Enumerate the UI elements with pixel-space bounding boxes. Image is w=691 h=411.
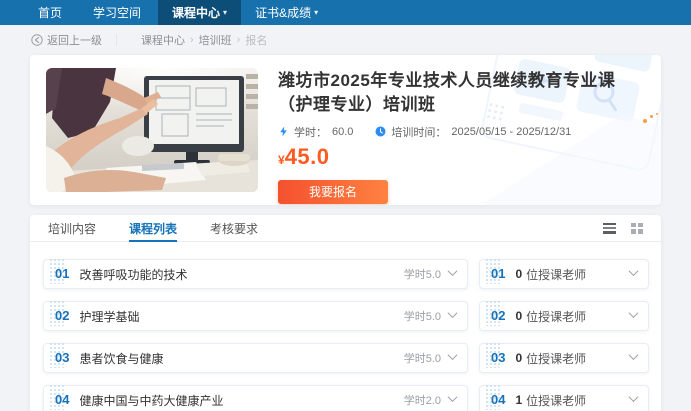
time-value: 2025/05/15 - 2025/12/31 <box>451 125 572 138</box>
breadcrumb-trail: 课程中心 › 培训班 › 报名 <box>131 32 267 48</box>
course-row[interactable]: 04 健康中国与中药大健康产业 学时2.0 <box>43 384 468 411</box>
teacher-count: 1 <box>515 393 523 407</box>
breadcrumb-item-label: 课程中心 <box>141 34 185 47</box>
breadcrumb-separator: › <box>236 33 241 46</box>
view-toggle <box>603 222 643 234</box>
course-number: 03 <box>49 342 69 368</box>
breadcrumb-pipe: ｜ <box>111 34 122 47</box>
teacher-row-number: 03 <box>485 342 505 368</box>
chevron-down-icon[interactable] <box>628 350 639 361</box>
back-label: 返回上一级 <box>47 34 102 47</box>
tab-bar: 培训内容 课程列表 考核要求 <box>30 215 661 242</box>
currency-symbol: ¥ <box>278 152 285 167</box>
nav-item-label: 首页 <box>38 6 63 20</box>
enroll-button[interactable]: 我要报名 <box>278 179 388 204</box>
teacher-row-number: 01 <box>485 258 505 284</box>
course-price: ¥45.0 <box>278 143 645 172</box>
breadcrumb-item-label: 培训班 <box>198 34 232 47</box>
chevron-down-icon: ▾ <box>314 8 319 17</box>
breadcrumb-item[interactable]: 课程中心 <box>131 32 185 48</box>
course-meta: 学时： 60.0 培训时间： 2025/05/15 - 2025/12/31 <box>278 124 645 140</box>
page: 首页 学习空间 课程中心 ▾ 证书&成绩 ▾ 返回上一级 ｜ 课程中心 › 培训… <box>0 0 691 411</box>
course-info: 潍坊市2025年专业技术人员继续教育专业课（护理专业）培训班 学时： 60.0 培… <box>278 68 645 204</box>
back-arrow-circle-icon <box>31 33 43 46</box>
time-label: 培训时间： <box>391 126 447 139</box>
course-thumbnail-image <box>46 68 258 192</box>
list-view-icon[interactable] <box>603 222 616 234</box>
course-number: 04 <box>49 384 69 410</box>
chevron-down-icon[interactable] <box>447 392 458 403</box>
tab[interactable]: 课程列表 <box>129 215 178 242</box>
teacher-count: 0 <box>515 267 523 281</box>
course-number: 02 <box>49 300 69 326</box>
teacher-row[interactable]: 02 0 位授课老师 <box>479 300 649 331</box>
teacher-row-number: 04 <box>485 384 505 410</box>
lightning-icon <box>280 126 287 137</box>
time-meta: 培训时间： 2025/05/15 - 2025/12/31 <box>375 124 571 140</box>
teacher-count: 0 <box>515 351 523 365</box>
course-hours: 学时5.0 <box>403 269 441 281</box>
clock-icon <box>375 126 386 137</box>
chevron-down-icon[interactable] <box>628 266 639 277</box>
breadcrumb-item-label: 报名 <box>245 34 268 47</box>
hours-label: 学时： <box>294 126 327 139</box>
tab[interactable]: 培训内容 <box>48 215 96 241</box>
teacher-label: 位授课老师 <box>526 393 587 408</box>
nav-item[interactable]: 学习空间 <box>79 0 158 25</box>
course-hours: 学时5.0 <box>403 311 441 323</box>
grid-view-icon[interactable] <box>631 222 643 234</box>
chevron-down-icon[interactable] <box>447 308 458 319</box>
course-number: 01 <box>49 258 69 284</box>
nav-item-label: 证书&成绩 <box>255 6 312 20</box>
back-link[interactable]: 返回上一级 <box>31 32 102 48</box>
teacher-row[interactable]: 01 0 位授课老师 <box>479 258 649 289</box>
breadcrumb: 返回上一级 ｜ 课程中心 › 培训班 › 报名 <box>0 25 691 54</box>
course-row[interactable]: 03 患者饮食与健康 学时5.0 <box>43 342 468 373</box>
hours-meta: 学时： 60.0 <box>278 124 353 140</box>
teacher-list-column: 01 0 位授课老师 02 0 位授课老师 03 0 位授课老师 04 1 位授… <box>479 258 649 411</box>
top-navbar: 首页 学习空间 课程中心 ▾ 证书&成绩 ▾ <box>0 0 691 25</box>
tabs-container: 培训内容 课程列表 考核要求 <box>48 215 291 242</box>
course-hero-card: 潍坊市2025年专业技术人员继续教育专业课（护理专业）培训班 学时： 60.0 培… <box>30 55 661 205</box>
nav-item-label: 课程中心 <box>172 6 221 20</box>
hours-value: 60.0 <box>332 125 354 138</box>
tab-label: 考核要求 <box>210 221 259 236</box>
course-row-title: 健康中国与中药大健康产业 <box>79 393 224 408</box>
tab[interactable]: 考核要求 <box>210 215 258 241</box>
teacher-row-number: 02 <box>485 300 505 326</box>
teacher-label: 位授课老师 <box>526 309 587 324</box>
course-row[interactable]: 02 护理学基础 学时5.0 <box>43 300 468 331</box>
teacher-row[interactable]: 03 0 位授课老师 <box>479 342 649 373</box>
chevron-down-icon[interactable] <box>447 350 458 361</box>
chevron-down-icon: ▾ <box>223 8 228 17</box>
tab-label: 课程列表 <box>129 221 178 236</box>
course-title: 潍坊市2025年专业技术人员继续教育专业课（护理专业）培训班 <box>278 71 616 114</box>
teacher-count: 0 <box>515 309 523 323</box>
course-row-title: 患者饮食与健康 <box>79 351 164 366</box>
breadcrumb-item[interactable]: › 报名 <box>232 32 268 48</box>
course-detail-panel: 培训内容 课程列表 考核要求 01 改善呼吸功能的技术 学时5.0 02 护理学… <box>30 215 661 411</box>
teacher-label: 位授课老师 <box>526 351 587 366</box>
course-row[interactable]: 01 改善呼吸功能的技术 学时5.0 <box>43 258 468 289</box>
teacher-row[interactable]: 04 1 位授课老师 <box>479 384 649 411</box>
course-row-title: 护理学基础 <box>79 309 140 324</box>
course-row-title: 改善呼吸功能的技术 <box>79 267 188 282</box>
course-lists: 01 改善呼吸功能的技术 学时5.0 02 护理学基础 学时5.0 03 患者饮… <box>30 242 661 411</box>
breadcrumb-item[interactable]: › 培训班 <box>185 32 232 48</box>
teacher-label: 位授课老师 <box>526 267 587 282</box>
course-list-column: 01 改善呼吸功能的技术 学时5.0 02 护理学基础 学时5.0 03 患者饮… <box>43 258 468 411</box>
chevron-down-icon[interactable] <box>447 266 458 277</box>
breadcrumb-separator: › <box>190 33 194 46</box>
chevron-down-icon[interactable] <box>628 308 639 319</box>
nav-item-label: 学习空间 <box>93 6 142 20</box>
nav-item[interactable]: 证书&成绩 ▾ <box>241 0 332 25</box>
tab-label: 培训内容 <box>48 221 97 236</box>
course-hours: 学时2.0 <box>403 395 441 407</box>
price-value: 45.0 <box>284 143 330 169</box>
chevron-down-icon[interactable] <box>628 392 639 403</box>
nav-item[interactable]: 课程中心 ▾ <box>158 0 242 25</box>
course-hours: 学时5.0 <box>403 353 441 365</box>
nav-item[interactable]: 首页 <box>24 0 79 25</box>
